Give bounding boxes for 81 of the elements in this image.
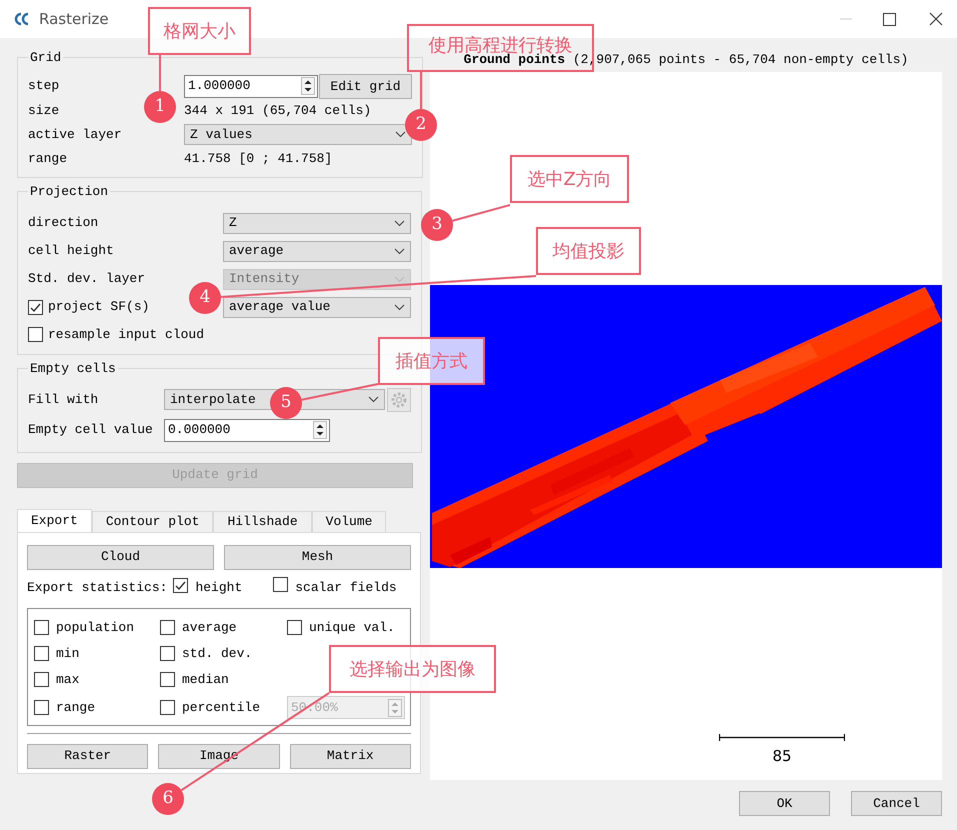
- button[interactable]: Cancel: [851, 791, 942, 816]
- size-value: 344 x 191 (65,704 cells): [184, 102, 372, 120]
- step-number-badge: 6: [152, 783, 184, 815]
- tab[interactable]: Export: [17, 508, 92, 532]
- field-label: step: [28, 78, 60, 94]
- checkbox-label: percentile: [182, 698, 260, 717]
- field-label: active layer: [28, 126, 122, 142]
- leader-line: [159, 55, 161, 91]
- checkbox-label: std. dev.: [182, 644, 252, 663]
- chevron-down-icon: [394, 248, 405, 254]
- checkbox-label: project SF(s): [48, 298, 150, 316]
- checkbox[interactable]: [160, 646, 175, 661]
- field-label: cell height: [28, 243, 114, 258]
- checkbox-label: average: [182, 618, 237, 637]
- tab[interactable]: Volume: [312, 510, 386, 532]
- dropdown[interactable]: Z values: [184, 124, 412, 145]
- callout: 插值方式: [378, 337, 485, 385]
- checkbox-label: range: [56, 698, 96, 717]
- button[interactable]: Raster: [27, 744, 148, 768]
- checkbox-label: median: [182, 670, 229, 689]
- checkbox[interactable]: [28, 327, 43, 342]
- scale-label: 85: [772, 746, 792, 767]
- callout: 均值投影: [536, 227, 641, 275]
- checkbox[interactable]: [34, 646, 49, 661]
- step-number-badge: 4: [189, 282, 221, 314]
- checkbox-label: height: [195, 578, 242, 597]
- callout: 选择输出为图像: [329, 645, 496, 693]
- chevron-down-icon: [395, 131, 406, 138]
- checkbox-label: scalar fields: [295, 578, 397, 597]
- checkbox[interactable]: [287, 620, 302, 635]
- button[interactable]: Cloud: [27, 544, 214, 570]
- close-icon[interactable]: [929, 12, 943, 26]
- checkbox-label: max: [56, 670, 80, 689]
- checkbox[interactable]: [160, 620, 175, 635]
- group-title: Empty cells: [29, 360, 117, 378]
- checkbox-label: resample input cloud: [48, 326, 204, 344]
- chevron-down-icon: [368, 396, 379, 403]
- tab[interactable]: Hillshade: [213, 510, 312, 532]
- stats-label: Export statistics:: [27, 578, 168, 597]
- button[interactable]: Matrix: [290, 744, 411, 768]
- chevron-down-icon: [394, 304, 405, 310]
- button[interactable]: OK: [739, 791, 830, 816]
- spin-arrows-icon[interactable]: [301, 77, 315, 95]
- spin-arrows-icon[interactable]: [313, 421, 327, 439]
- dropdown[interactable]: average value: [223, 296, 411, 318]
- checkbox[interactable]: [160, 672, 175, 687]
- checkbox-label: unique val.: [309, 618, 395, 637]
- field-label: range: [28, 150, 68, 166]
- field-label: size: [28, 102, 60, 118]
- chevron-down-icon: [394, 220, 405, 226]
- tab[interactable]: Contour plot: [92, 510, 214, 532]
- field-label: Empty cell value: [28, 422, 153, 438]
- dropdown[interactable]: average: [223, 240, 411, 262]
- field-label: Fill with: [28, 392, 98, 407]
- callout: 格网大小: [148, 7, 251, 55]
- checkbox[interactable]: [34, 620, 49, 635]
- maximize-icon[interactable]: [883, 12, 896, 26]
- checkbox[interactable]: [273, 576, 288, 592]
- field-label: direction: [28, 215, 98, 230]
- step-number-badge: 5: [270, 387, 302, 419]
- leader-line: [452, 204, 510, 222]
- checkbox[interactable]: [34, 672, 49, 687]
- number-field[interactable]: 0.000000: [164, 418, 330, 442]
- field-label: Std. dev. layer: [28, 271, 146, 286]
- button[interactable]: Mesh: [224, 544, 411, 570]
- chevron-down-icon: [394, 276, 405, 282]
- step-number-badge: 1: [144, 91, 176, 123]
- checkbox[interactable]: [173, 578, 188, 593]
- callout: 选中Z方向: [510, 155, 629, 203]
- checkbox[interactable]: [160, 700, 175, 715]
- group-title: Grid: [29, 49, 62, 67]
- range-value: 41.758 [0 ; 41.758]: [184, 150, 332, 168]
- checkbox[interactable]: [28, 300, 43, 314]
- checkbox-label: population: [56, 618, 134, 637]
- checkbox-label: min: [56, 644, 80, 663]
- window-title: Rasterize: [39, 8, 109, 30]
- dropdown[interactable]: Z: [223, 212, 411, 234]
- checkbox[interactable]: [34, 700, 49, 715]
- number-field[interactable]: 1.000000: [184, 74, 318, 98]
- group-title: Projection: [29, 182, 110, 200]
- button[interactable]: Edit grid: [319, 74, 412, 98]
